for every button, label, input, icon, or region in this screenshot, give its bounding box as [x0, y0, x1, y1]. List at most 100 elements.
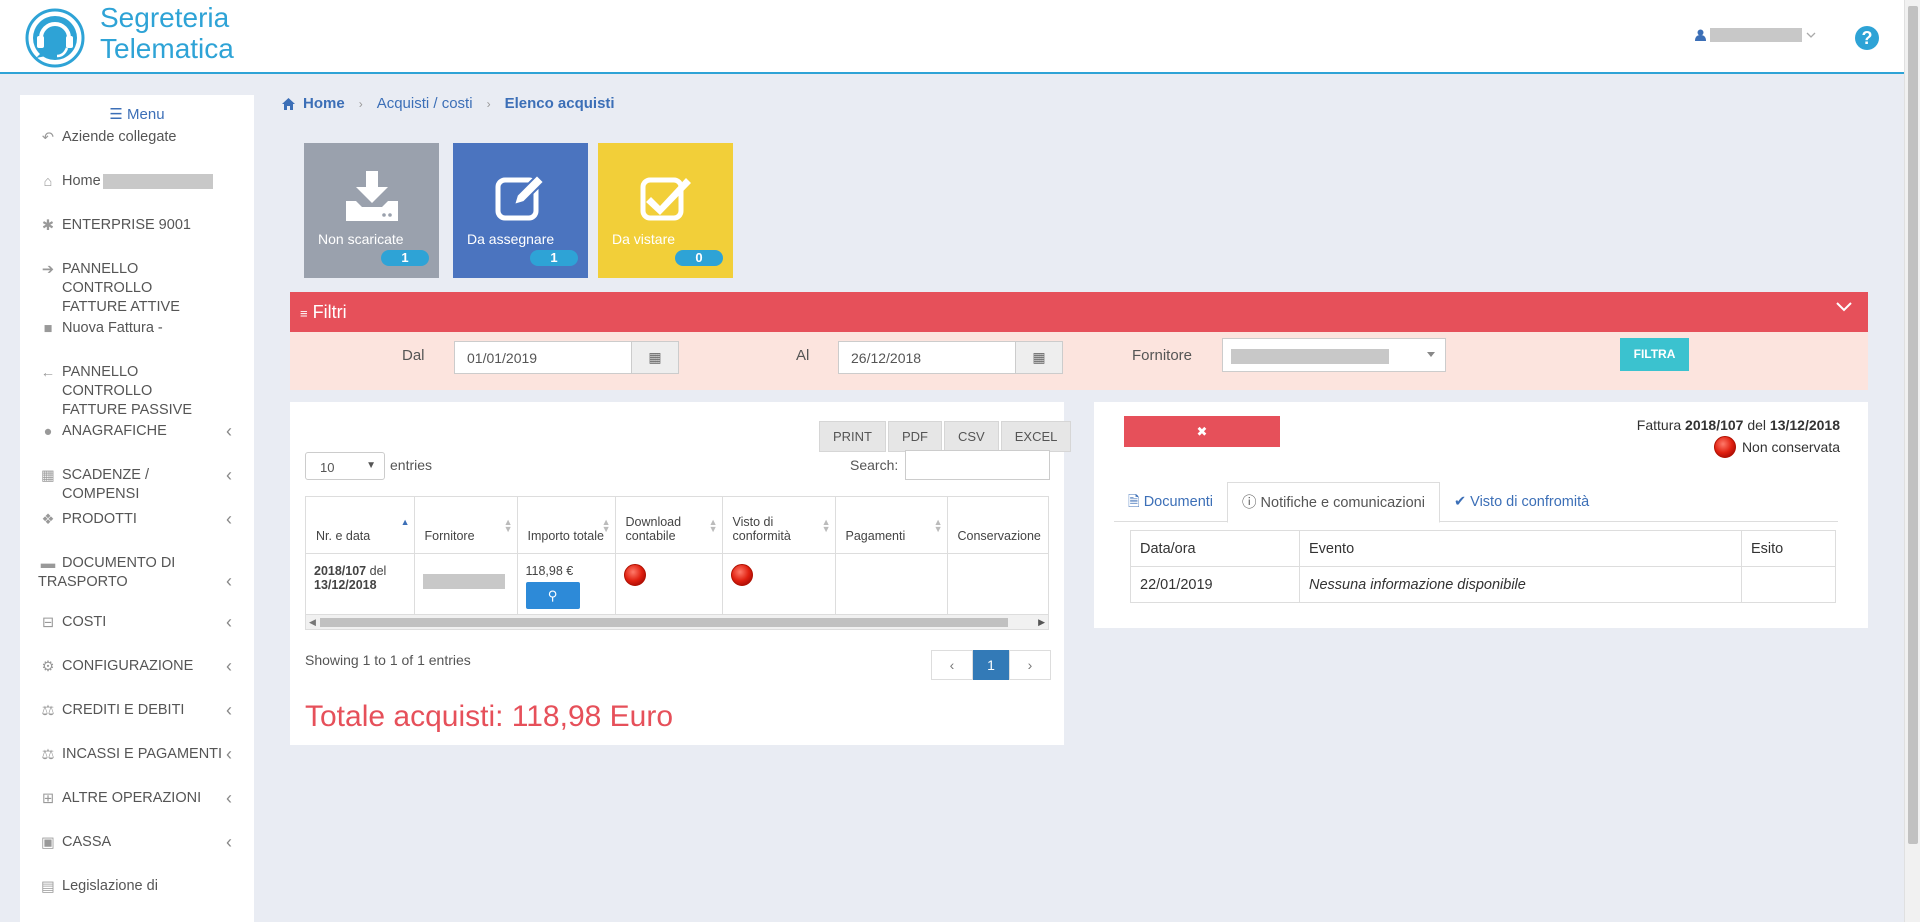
calendar-icon[interactable]: ▦: [631, 342, 678, 373]
sort-icon: ▲ ▼: [708, 517, 718, 534]
col-fornitore[interactable]: Fornitore ▲ ▼: [414, 497, 518, 554]
supplier-label: Fornitore: [1132, 347, 1193, 364]
sidebar-item-nuova-fattura[interactable]: ■ Nuova Fattura -: [20, 319, 254, 338]
filter-panel-header[interactable]: ≡ Filtri: [290, 292, 1868, 332]
tile-non-scaricate[interactable]: Non scaricate 1: [304, 143, 439, 278]
tab-notifiche[interactable]: ⓘ Notifiche e comunicazioni: [1227, 482, 1440, 523]
sidebar-label-line: FATTURE ATTIVE: [62, 299, 180, 315]
date-to-field[interactable]: 26/12/2018 ▦: [838, 341, 1063, 374]
col-conservazione[interactable]: Conservazione: [947, 497, 1048, 554]
filter-submit-button[interactable]: FILTRA: [1620, 338, 1689, 371]
sidebar-item-cassa[interactable]: ▣ CASSA ‹: [20, 833, 254, 852]
vertical-scrollbar[interactable]: [1904, 0, 1920, 922]
sidebar-item-enterprise-9001[interactable]: ✱ ENTERPRISE 9001: [20, 216, 254, 235]
sidebar-item-aziende-collegate[interactable]: ↶ Aziende collegate: [20, 128, 254, 147]
cell-download: [615, 553, 723, 615]
sidebar-item-incassi-e-pagamenti[interactable]: ⚖ INCASSI E PAGAMENTI ‹: [20, 745, 254, 764]
chevron-left-icon: ‹: [226, 656, 232, 676]
cell-date: 22/01/2019: [1130, 566, 1300, 603]
sidebar-item-pannello-controllo[interactable]: ➔ PANNELLO CONTROLLO FATTURE ATTIVE: [20, 260, 254, 317]
tab-visto[interactable]: ✔ Visto di confromità: [1440, 482, 1603, 522]
table-horizontal-scrollbar[interactable]: ◀ ▶: [305, 614, 1049, 630]
invoice-number: 2018/107: [1685, 417, 1744, 433]
tile-label: Da assegnare: [467, 231, 555, 247]
col-download[interactable]: Download contabile ▲ ▼: [615, 497, 723, 554]
tab-label: Notifiche e comunicazioni: [1260, 495, 1425, 511]
sidebar-item-scadenze-compensi[interactable]: ▦ SCADENZE / COMPENSI ‹: [20, 466, 254, 504]
csv-button[interactable]: CSV: [944, 421, 999, 452]
sidebar-label-line: COSTI: [62, 614, 107, 630]
scroll-left-arrow-icon[interactable]: ◀: [309, 617, 316, 628]
search-input[interactable]: [905, 450, 1050, 480]
sidebar-item-costi[interactable]: ⊟ COSTI ‹: [20, 613, 254, 632]
col-label: Pagamenti: [845, 528, 906, 543]
col-importo[interactable]: Importo totale ▲ ▼: [517, 497, 616, 554]
home-icon: ⌂: [43, 174, 53, 190]
col-label: Fornitore: [424, 528, 475, 543]
sidebar-label-line: ALTRE OPERAZIONI: [62, 790, 202, 806]
scrollbar-thumb[interactable]: [1908, 6, 1918, 844]
cubes-icon: ❖: [41, 512, 55, 528]
supplier-select[interactable]: [1222, 338, 1446, 372]
edit-icon: [495, 173, 546, 221]
table-row[interactable]: 2018/107 del 13/12/2018 118,98 € ⚲: [306, 553, 1048, 615]
gear-icon: ⚙: [41, 659, 55, 675]
menu-label: Menu: [127, 106, 165, 123]
pagination: ‹ 1 ›: [931, 650, 1051, 680]
scroll-right-arrow-icon[interactable]: ▶: [1038, 617, 1045, 628]
sidebar-item-pannello-controllo[interactable]: ← PANNELLO CONTROLLO FATTURE PASSIVE: [20, 363, 254, 420]
sidebar-item-anagrafiche[interactable]: ● ANAGRAFICHE ‹: [20, 422, 254, 441]
cell-result: [1741, 566, 1836, 603]
menu-toggle[interactable]: ☰ Menu: [20, 105, 254, 123]
sidebar-item-altre-operazioni[interactable]: ⊞ ALTRE OPERAZIONI ‹: [20, 789, 254, 808]
breadcrumb-current: Elenco acquisti: [504, 95, 615, 112]
sidebar-item-label: CASSA: [38, 833, 224, 852]
page-1-button[interactable]: 1: [973, 650, 1009, 680]
col-visto[interactable]: Visto di conformità ▲ ▼: [722, 497, 836, 554]
col-nr-data[interactable]: Nr. e data ▲: [306, 497, 415, 554]
close-detail-button[interactable]: ✖: [1124, 416, 1280, 447]
col-pagamenti[interactable]: Pagamenti ▲ ▼: [835, 497, 948, 554]
amount-value: 118,98 €: [525, 563, 574, 578]
pdf-button[interactable]: PDF: [888, 421, 942, 452]
date-from-field[interactable]: 01/01/2019 ▦: [454, 341, 679, 374]
excel-button[interactable]: EXCEL: [1000, 421, 1072, 452]
sidebar-label-line: INCASSI E PAGAMENTI: [62, 746, 223, 762]
breadcrumb-acquisti[interactable]: Acquisti / costi: [377, 95, 473, 112]
sidebar-item-legislazione-di[interactable]: ▤ Legislazione di: [20, 877, 254, 896]
sort-icon: ▲ ▼: [601, 517, 611, 534]
page-prev-button[interactable]: ‹: [931, 650, 973, 680]
sidebar-item-configurazione[interactable]: ⚙ CONFIGURAZIONE ‹: [20, 657, 254, 676]
table-header-row: Nr. e data ▲ Fornitore ▲ ▼ Importo totale ▲ ▼…: [306, 497, 1048, 554]
chevron-down-icon[interactable]: [1836, 302, 1852, 312]
tab-documenti[interactable]: 🗎 Documenti: [1114, 482, 1227, 522]
tile-da-vistare[interactable]: Da vistare 0: [598, 143, 733, 278]
sidebar-item-label: SCADENZE / COMPENSI: [38, 466, 224, 504]
scrollbar-thumb[interactable]: [320, 618, 1008, 627]
sidebar-label-line: SCADENZE / COMPENSI: [62, 467, 150, 502]
chevron-left-icon: ‹: [226, 421, 232, 441]
brand-name[interactable]: Segreteria Telematica: [100, 2, 234, 64]
breadcrumb: Home › Acquisti / costi › Elenco acquist…: [282, 95, 615, 112]
truck-icon: ▬: [40, 556, 56, 572]
sidebar-label-line: Legislazione di: [62, 878, 158, 894]
supplier-redacted: [422, 573, 505, 589]
view-detail-button[interactable]: ⚲: [525, 581, 580, 609]
sidebar-item-documento-di[interactable]: ▬ DOCUMENTO DI TRASPORTO ‹: [20, 554, 254, 592]
calendar-icon[interactable]: ▦: [1015, 342, 1062, 373]
sidebar-item-crediti-e-debiti[interactable]: ⚖ CREDITI E DEBITI ‹: [20, 701, 254, 720]
page-next-button[interactable]: ›: [1009, 650, 1051, 680]
close-icon: ✖: [1196, 424, 1208, 439]
tile-da-assegnare[interactable]: Da assegnare 1: [453, 143, 588, 278]
sidebar-item-home[interactable]: ⌂ Home: [20, 172, 254, 191]
headset-logo-icon[interactable]: [22, 2, 88, 70]
sidebar-item-label: PANNELLO CONTROLLO FATTURE ATTIVE: [38, 260, 224, 317]
entries-per-page-select[interactable]: 10 ▼: [305, 452, 385, 480]
user-menu[interactable]: [1695, 28, 1816, 42]
del-text: del: [369, 563, 387, 578]
help-icon[interactable]: ?: [1855, 26, 1879, 50]
print-button[interactable]: PRINT: [819, 421, 886, 452]
breadcrumb-home[interactable]: Home: [303, 95, 345, 112]
cell-conservazione: [947, 553, 1048, 615]
sidebar-item-prodotti[interactable]: ❖ PRODOTTI ‹: [20, 510, 254, 529]
